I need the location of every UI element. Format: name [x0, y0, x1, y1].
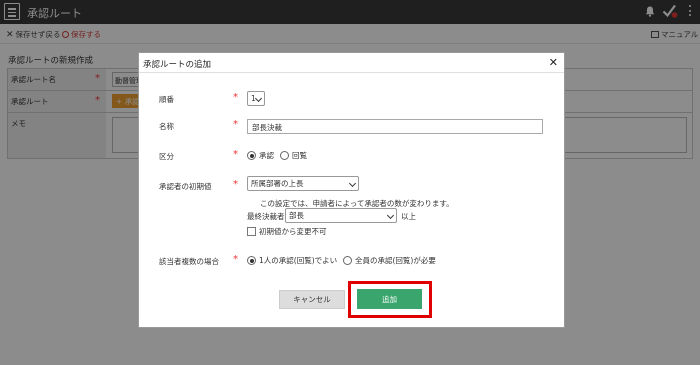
radio-unchecked-icon: [280, 151, 289, 160]
multiple-radio-all[interactable]: 全員の承認(回覧)が必要: [343, 255, 436, 266]
dialog-body: 順番 * 1 名称 * 部長決裁 区分 * 承認 回覧 承認者の初期値 * 所属…: [139, 73, 564, 328]
initial-approver-label: 承認者の初期値: [159, 182, 212, 191]
order-label: 順番: [159, 95, 174, 104]
close-icon[interactable]: ✕: [549, 56, 558, 69]
order-select[interactable]: 1: [247, 91, 265, 106]
lock-initial-label: 初期値から変更不可: [259, 227, 327, 236]
final-approver-label: 最終決裁者: [247, 212, 285, 221]
dialog-title: 承認ルートの追加: [143, 60, 212, 70]
name-label: 名称: [159, 122, 174, 131]
checkbox-unchecked-icon: [247, 227, 256, 236]
category-label: 区分: [159, 152, 174, 161]
chevron-down-icon: [386, 211, 395, 220]
required-mark: *: [233, 119, 238, 130]
chevron-down-icon: [348, 179, 357, 188]
category-option-label: 回覧: [292, 151, 307, 160]
multiple-label: 該当者複数の場合: [159, 257, 219, 266]
add-route-dialog: 承認ルートの追加 ✕ 順番 * 1 名称 * 部長決裁 区分 * 承認 回覧 承…: [138, 52, 565, 328]
required-mark: *: [233, 254, 238, 265]
multiple-option-label: 全員の承認(回覧)が必要: [355, 256, 436, 265]
required-mark: *: [233, 179, 238, 190]
multiple-option-label: 1人の承認(回覧)でよい: [259, 256, 338, 265]
cancel-button[interactable]: キャンセル: [279, 290, 345, 309]
required-mark: *: [233, 92, 238, 103]
radio-checked-icon: [247, 256, 256, 265]
final-approver-select[interactable]: 部長: [285, 208, 397, 223]
category-radio-circulation[interactable]: 回覧: [280, 150, 307, 161]
name-input[interactable]: 部長決裁: [247, 119, 543, 134]
category-option-label: 承認: [259, 151, 274, 160]
radio-checked-icon: [247, 151, 256, 160]
highlight-frame: [348, 281, 432, 318]
required-mark: *: [233, 149, 238, 160]
initial-approver-value: 所属部署の上長: [251, 179, 304, 188]
radio-unchecked-icon: [343, 256, 352, 265]
lock-initial-checkbox[interactable]: 初期値から変更不可: [247, 226, 327, 237]
final-approver-suffix: 以上: [401, 212, 416, 221]
final-approver-value: 部長: [289, 211, 304, 220]
chevron-down-icon: [254, 94, 263, 103]
category-radio-approval[interactable]: 承認: [247, 150, 274, 161]
initial-approver-select[interactable]: 所属部署の上長: [247, 176, 359, 191]
dialog-header: 承認ルートの追加 ✕: [139, 53, 564, 73]
multiple-radio-one[interactable]: 1人の承認(回覧)でよい: [247, 255, 337, 266]
